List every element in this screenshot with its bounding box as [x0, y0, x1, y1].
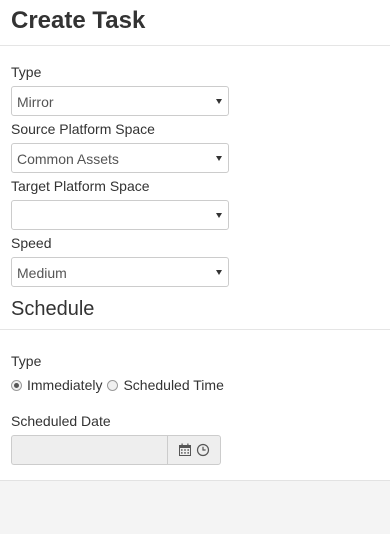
- source-space-select-value: Common Assets: [17, 151, 119, 167]
- source-space-label: Source Platform Space: [11, 121, 155, 137]
- create-task-panel: Create Task Type Mirror Source Platform …: [0, 0, 390, 481]
- chevron-down-icon: [216, 156, 222, 161]
- schedule-title: Schedule: [11, 298, 95, 320]
- schedule-type-label: Type: [11, 353, 42, 369]
- scheduled-time-radio-label[interactable]: Scheduled Time: [123, 377, 223, 393]
- schedule-type-radio-group: Immediately Scheduled Time: [11, 377, 229, 393]
- chevron-down-icon: [216, 213, 222, 218]
- clock-icon[interactable]: [196, 443, 210, 457]
- type-select-value: Mirror: [17, 94, 54, 110]
- calendar-icon[interactable]: [178, 443, 192, 457]
- title-divider: [0, 45, 390, 46]
- page-title: Create Task: [11, 7, 146, 34]
- scheduled-date-label: Scheduled Date: [11, 413, 111, 429]
- type-select[interactable]: Mirror: [11, 86, 229, 116]
- immediately-radio[interactable]: [11, 379, 22, 391]
- source-space-select[interactable]: Common Assets: [11, 143, 229, 173]
- scheduled-date-group: [11, 435, 221, 465]
- date-picker-addon: [167, 435, 221, 465]
- speed-label: Speed: [11, 235, 52, 251]
- chevron-down-icon: [216, 270, 222, 275]
- target-space-label: Target Platform Space: [11, 178, 150, 194]
- type-label: Type: [11, 64, 42, 80]
- speed-select[interactable]: Medium: [11, 257, 229, 287]
- speed-select-value: Medium: [17, 265, 67, 281]
- chevron-down-icon: [216, 99, 222, 104]
- scheduled-time-radio[interactable]: [107, 379, 119, 391]
- scheduled-date-input[interactable]: [11, 435, 167, 465]
- immediately-radio-label[interactable]: Immediately: [27, 377, 102, 393]
- target-space-select[interactable]: [11, 200, 229, 230]
- schedule-divider: [0, 329, 390, 330]
